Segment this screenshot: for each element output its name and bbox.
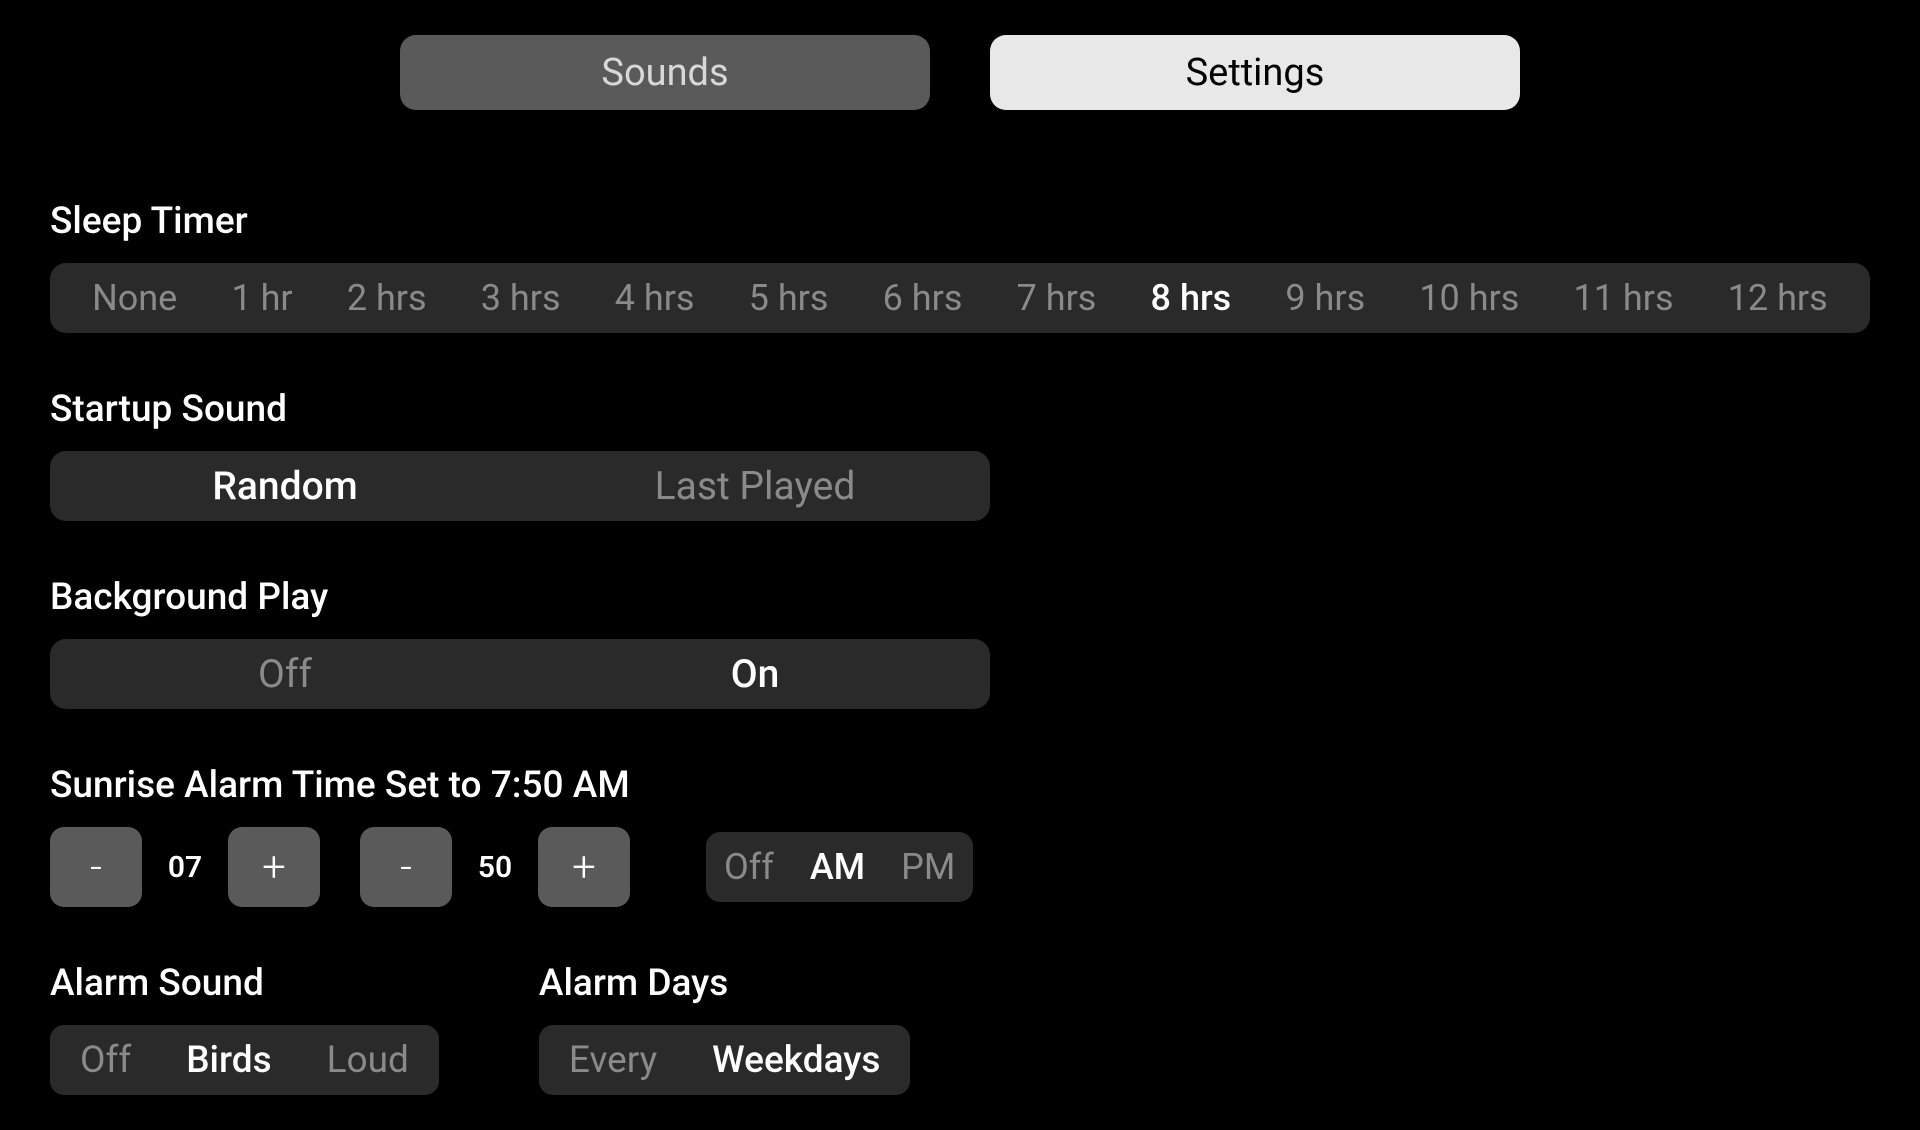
startup-sound-label: Startup Sound xyxy=(50,388,1870,431)
minute-stepper: - 50 + xyxy=(360,827,630,907)
sleep-timer-option[interactable]: 8 hrs xyxy=(1141,277,1242,319)
alarm-sound-option[interactable]: Loud xyxy=(327,1039,409,1082)
alarm-sound-label: Alarm Sound xyxy=(50,962,439,1005)
sleep-timer-option[interactable]: 4 hrs xyxy=(605,277,705,319)
sleep-timer-option[interactable]: 7 hrs xyxy=(1007,277,1107,319)
background-play-option[interactable]: On xyxy=(520,639,990,709)
alarm-sound-option[interactable]: Birds xyxy=(186,1039,271,1082)
alarm-days-segment: Every Weekdays xyxy=(539,1025,911,1095)
background-play-segment: OffOn xyxy=(50,639,990,709)
startup-sound-option[interactable]: Random xyxy=(50,451,520,521)
minute-value: 50 xyxy=(476,850,514,885)
sleep-timer-option[interactable]: 5 hrs xyxy=(739,277,839,319)
sleep-timer-option[interactable]: 9 hrs xyxy=(1275,277,1375,319)
sleep-timer-option[interactable]: 11 hrs xyxy=(1564,277,1684,319)
hour-plus-button[interactable]: + xyxy=(228,827,320,907)
hour-stepper: - 07 + xyxy=(50,827,320,907)
sleep-timer-label: Sleep Timer xyxy=(50,200,1870,243)
sleep-timer-option[interactable]: 12 hrs xyxy=(1718,277,1838,319)
tab-settings[interactable]: Settings xyxy=(990,35,1520,110)
background-play-option[interactable]: Off xyxy=(50,639,520,709)
sleep-timer-option[interactable]: 1 hr xyxy=(221,277,302,319)
startup-sound-segment: RandomLast Played xyxy=(50,451,990,521)
alarm-days-option[interactable]: Weekdays xyxy=(712,1039,880,1082)
sleep-timer-option[interactable]: 2 hrs xyxy=(337,277,437,319)
period-option[interactable]: Off xyxy=(724,846,774,888)
sleep-timer-option[interactable]: 6 hrs xyxy=(873,277,973,319)
minute-plus-button[interactable]: + xyxy=(538,827,630,907)
alarm-days-option[interactable]: Every xyxy=(569,1039,657,1082)
sleep-timer-option[interactable]: None xyxy=(82,277,187,319)
period-option[interactable]: PM xyxy=(901,846,955,888)
sleep-timer-option[interactable]: 10 hrs xyxy=(1409,277,1529,319)
alarm-days-label: Alarm Days xyxy=(539,962,911,1005)
background-play-label: Background Play xyxy=(50,576,1870,619)
top-tabs: Sounds Settings xyxy=(50,35,1870,110)
sunrise-alarm-label: Sunrise Alarm Time Set to 7:50 AM xyxy=(50,764,1870,807)
startup-sound-option[interactable]: Last Played xyxy=(520,451,990,521)
hour-minus-button[interactable]: - xyxy=(50,827,142,907)
tab-sounds[interactable]: Sounds xyxy=(400,35,930,110)
hour-value: 07 xyxy=(166,850,204,885)
alarm-sound-option[interactable]: Off xyxy=(80,1039,131,1082)
period-segment: Off AM PM xyxy=(706,832,973,902)
minute-minus-button[interactable]: - xyxy=(360,827,452,907)
alarm-sound-segment: Off Birds Loud xyxy=(50,1025,439,1095)
sleep-timer-option[interactable]: 3 hrs xyxy=(471,277,571,319)
period-option[interactable]: AM xyxy=(810,846,865,888)
sleep-timer-segment: None 1 hr 2 hrs 3 hrs 4 hrs 5 hrs 6 hrs 7 hrs 8 … xyxy=(50,263,1870,333)
